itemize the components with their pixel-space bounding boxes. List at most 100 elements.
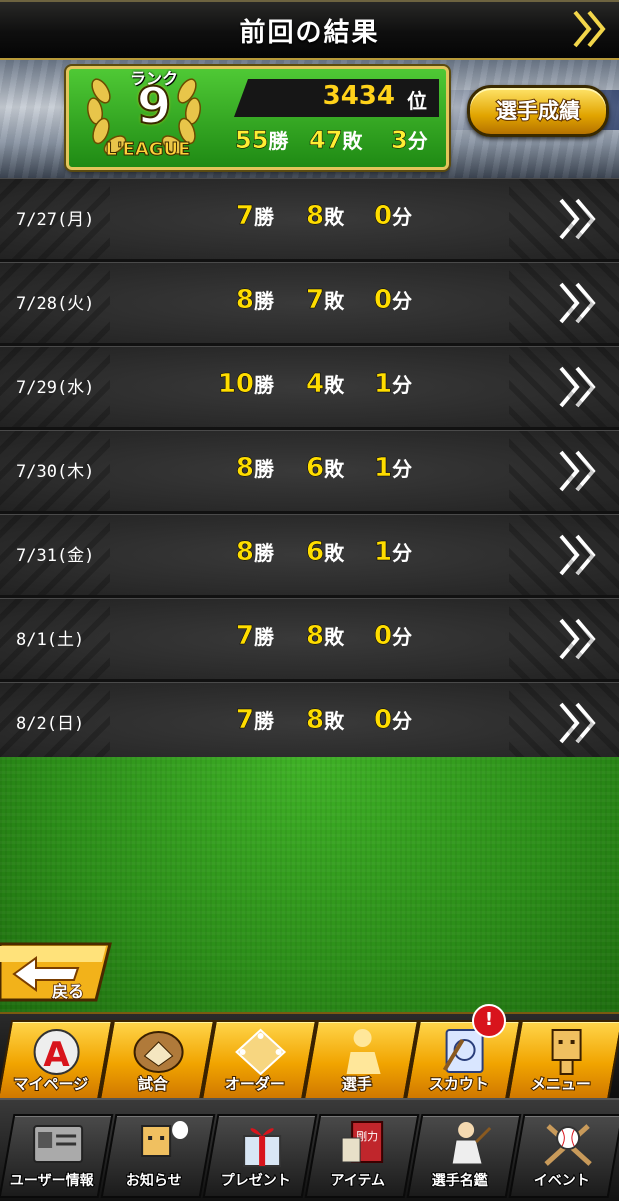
back-button-label: 戻る xyxy=(51,981,85,1002)
day-date: 8/2(日) xyxy=(16,714,85,734)
menu-mypage-label: マイページ xyxy=(12,1074,89,1094)
menu-match[interactable]: 試合 xyxy=(98,1020,216,1100)
menu-news[interactable]: お知らせ xyxy=(100,1114,216,1198)
menu-news-label: お知らせ xyxy=(125,1172,183,1190)
day-wins: 7勝 xyxy=(235,201,274,232)
day-date: 7/28(火) xyxy=(16,294,95,314)
a-badge-icon: A xyxy=(33,1029,80,1075)
menu-present-label: プレゼント xyxy=(220,1172,292,1190)
menu-mypage[interactable]: A マイページ xyxy=(0,1020,114,1100)
day-date: 7/29(水) xyxy=(16,378,95,398)
day-losses: 8敗 xyxy=(306,621,345,652)
day-losses: 6敗 xyxy=(306,537,345,568)
menu-items-label: アイテム xyxy=(329,1172,386,1190)
diamond-field-icon xyxy=(235,1028,287,1076)
total-losses: 47敗 xyxy=(309,126,363,155)
menu-scout-label: スカウト xyxy=(428,1074,490,1094)
mascot-speech-icon xyxy=(141,1121,189,1157)
day-date: 8/1(土) xyxy=(16,630,85,650)
day-losses: 8敗 xyxy=(306,201,345,232)
day-wins: 8勝 xyxy=(235,285,274,316)
primary-menu: A マイページ 試合 オーダー 選手 スカウト メニュー xyxy=(0,1012,619,1100)
double-chevron-right-icon[interactable] xyxy=(557,196,601,242)
day-row[interactable]: 7/30(木) 8勝 6敗 1分 xyxy=(0,430,619,511)
player-icon xyxy=(346,1029,381,1074)
summary-banner: ランク 9 L'EAGUE 3434 位 55勝 47敗 3分 選手成績 xyxy=(0,60,619,178)
season-totals: 55勝 47敗 3分 xyxy=(235,121,435,155)
double-chevron-right-icon[interactable] xyxy=(571,8,611,50)
menu-players[interactable]: 選手 xyxy=(302,1020,420,1100)
double-chevron-right-icon[interactable] xyxy=(557,700,601,746)
day-row[interactable]: 8/1(土) 7勝 8敗 0分 xyxy=(0,598,619,679)
double-chevron-right-icon[interactable] xyxy=(557,448,601,494)
day-draws: 0分 xyxy=(374,201,413,232)
ball-bats-icon xyxy=(544,1124,592,1166)
menu-user-info-label: ユーザー情報 xyxy=(9,1172,95,1190)
day-draws: 1分 xyxy=(374,369,413,400)
position-unit: 位 xyxy=(407,89,427,113)
day-date: 7/27(月) xyxy=(16,210,95,230)
day-wins: 7勝 xyxy=(235,621,274,652)
day-row[interactable]: 7/28(火) 8勝 7敗 0分 xyxy=(0,262,619,343)
day-row[interactable]: 7/29(水) 10勝 4敗 1分 xyxy=(0,346,619,427)
menu-players-label: 選手 xyxy=(341,1074,373,1094)
double-chevron-right-icon[interactable] xyxy=(557,616,601,662)
menu-event[interactable]: イベント xyxy=(508,1114,619,1198)
player-directory-icon xyxy=(451,1122,492,1165)
menu-order-label: オーダー xyxy=(224,1074,286,1094)
secondary-menu: ユーザー情報 お知らせ プレゼント 剛力 アイテム 選手名鑑 イベント xyxy=(0,1098,619,1201)
menu-scout[interactable]: スカウト xyxy=(404,1020,522,1100)
day-losses: 7敗 xyxy=(306,285,345,316)
scout-notification-badge: ! xyxy=(472,1004,506,1038)
day-draws: 1分 xyxy=(374,537,413,568)
glove-icon xyxy=(133,1031,184,1073)
day-date: 7/31(金) xyxy=(16,546,95,566)
menu-match-label: 試合 xyxy=(137,1074,169,1094)
player-stats-button-label: 選手成績 xyxy=(495,98,581,124)
day-wins: 8勝 xyxy=(235,453,274,484)
day-draws: 0分 xyxy=(374,621,413,652)
league-label: L'EAGUE xyxy=(105,139,191,161)
menu-order[interactable]: オーダー xyxy=(200,1020,318,1100)
menu-menu-label: メニュー xyxy=(530,1074,592,1094)
rank-panel: ランク 9 L'EAGUE 3434 位 55勝 47敗 3分 xyxy=(66,66,449,170)
day-losses: 4敗 xyxy=(306,369,345,400)
header-bar: 前回の結果 xyxy=(0,0,619,60)
user-card-icon xyxy=(33,1125,84,1163)
menu-event-label: イベント xyxy=(533,1172,591,1190)
double-chevron-right-icon[interactable] xyxy=(557,364,601,410)
total-draws: 3分 xyxy=(391,126,428,155)
menu-user-info[interactable]: ユーザー情報 xyxy=(0,1114,114,1198)
day-losses: 8敗 xyxy=(306,705,345,736)
day-date: 7/30(木) xyxy=(16,462,95,482)
gift-icon xyxy=(243,1128,282,1167)
daily-results-list: 7/27(月) 7勝 8敗 0分 7/28(火) 8勝 7敗 0分 7/29(水… xyxy=(0,178,619,766)
day-row[interactable]: 7/31(金) 8勝 6敗 1分 xyxy=(0,514,619,595)
position-value: 3434 xyxy=(322,81,395,111)
box-mascot-icon xyxy=(551,1029,582,1075)
day-draws: 0分 xyxy=(374,705,413,736)
menu-menu[interactable]: メニュー xyxy=(506,1020,619,1100)
double-chevron-right-icon[interactable] xyxy=(557,280,601,326)
day-draws: 0分 xyxy=(374,285,413,316)
position-bar: 3434 位 xyxy=(234,79,439,117)
day-draws: 1分 xyxy=(374,453,413,484)
menu-player-directory-label: 選手名鑑 xyxy=(431,1172,489,1190)
day-wins: 8勝 xyxy=(235,537,274,568)
page-title: 前回の結果 xyxy=(239,18,380,48)
svg-text:A: A xyxy=(43,1035,70,1075)
day-wins: 7勝 xyxy=(235,705,274,736)
day-losses: 6敗 xyxy=(306,453,345,484)
menu-player-directory[interactable]: 選手名鑑 xyxy=(406,1114,522,1198)
rank-number: 9 xyxy=(136,76,173,136)
double-chevron-right-icon[interactable] xyxy=(557,532,601,578)
day-row[interactable]: 7/27(月) 7勝 8敗 0分 xyxy=(0,178,619,259)
day-row[interactable]: 8/2(日) 7勝 8敗 0分 xyxy=(0,682,619,763)
menu-items[interactable]: 剛力 アイテム xyxy=(304,1114,420,1198)
day-wins: 10勝 xyxy=(217,369,274,400)
menu-present[interactable]: プレゼント xyxy=(202,1114,318,1198)
back-button[interactable]: 戻る xyxy=(0,940,116,1004)
total-wins: 55勝 xyxy=(235,126,289,155)
item-book-icon: 剛力 xyxy=(341,1121,384,1163)
player-stats-button[interactable]: 選手成績 xyxy=(467,85,609,137)
